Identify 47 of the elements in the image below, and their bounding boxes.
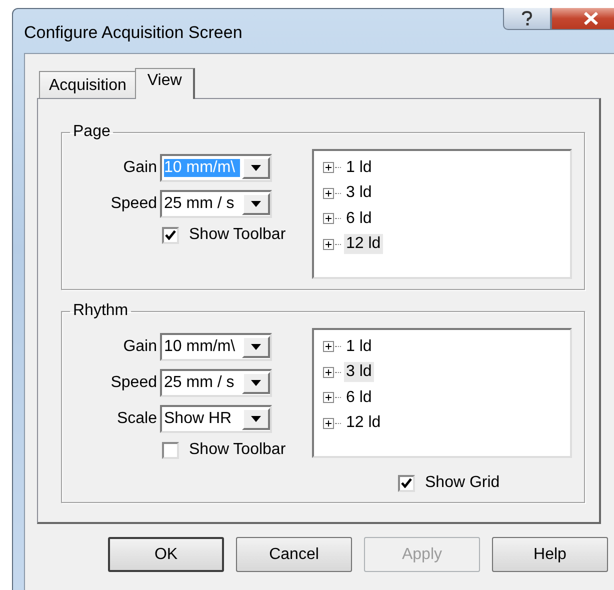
group-title: Rhythm	[72, 302, 130, 320]
plus-box-icon[interactable]	[323, 188, 334, 199]
field-label: Gain	[122, 338, 157, 356]
tree-item[interactable]: 12 ld	[344, 413, 383, 434]
dropdown[interactable]: 25 mm / s	[160, 190, 272, 218]
tree-list[interactable]: 1 ld 3 ld 6 ld 12 ld	[312, 149, 572, 279]
checkbox-label[interactable]: Show Grid	[425, 474, 500, 492]
window-title: Configure Acquisition Screen	[24, 23, 244, 43]
dropdown[interactable]: Show HR	[160, 405, 272, 433]
tree-item[interactable]: 6 ld	[344, 388, 374, 408]
dropdown[interactable]: 10 mm/m\	[160, 333, 272, 361]
dialog-button[interactable]: Help	[492, 537, 608, 572]
check-icon	[165, 230, 176, 240]
field-label: Scale	[116, 410, 157, 428]
tree-list[interactable]: 1 ld 3 ld 6 ld 12 ld	[312, 328, 572, 458]
close-icon	[583, 12, 599, 25]
dialog-button[interactable]: OK	[108, 537, 224, 572]
checkbox-label[interactable]: Show Toolbar	[189, 441, 286, 459]
checkbox-label[interactable]: Show Toolbar	[189, 226, 286, 244]
plus-box-icon[interactable]	[323, 162, 334, 174]
plus-box-icon[interactable]	[323, 366, 334, 378]
plus-box-icon[interactable]	[323, 238, 334, 250]
plus-box-icon[interactable]	[323, 392, 334, 404]
dialog-button[interactable]: Cancel	[236, 537, 352, 572]
tree-item[interactable]: 3 ld	[344, 362, 374, 382]
plus-box-icon[interactable]	[323, 418, 334, 429]
check-icon	[401, 478, 412, 488]
tab[interactable]: View	[135, 68, 195, 99]
field-label: Gain	[122, 159, 157, 177]
checkbox[interactable]	[162, 226, 179, 244]
close-button[interactable]	[551, 8, 614, 30]
field-label: Speed	[110, 195, 157, 213]
tree-item[interactable]: 3 ld	[344, 183, 374, 204]
tab[interactable]: Acquisition	[39, 71, 136, 98]
tree-item[interactable]: 1 ld	[344, 336, 374, 357]
tree-item[interactable]: 1 ld	[344, 158, 374, 178]
tree-item[interactable]: 6 ld	[344, 208, 374, 229]
field-label: Speed	[110, 374, 157, 392]
dropdown[interactable]: 25 mm / s	[160, 369, 272, 397]
tree-item[interactable]: 12 ld	[344, 234, 383, 254]
checkbox[interactable]	[398, 474, 415, 492]
help-icon	[521, 10, 533, 26]
help-button[interactable]	[503, 8, 551, 30]
checkbox[interactable]	[162, 442, 179, 458]
plus-box-icon[interactable]	[323, 213, 334, 224]
plus-box-icon[interactable]	[323, 341, 334, 352]
group-title: Page	[72, 123, 112, 141]
